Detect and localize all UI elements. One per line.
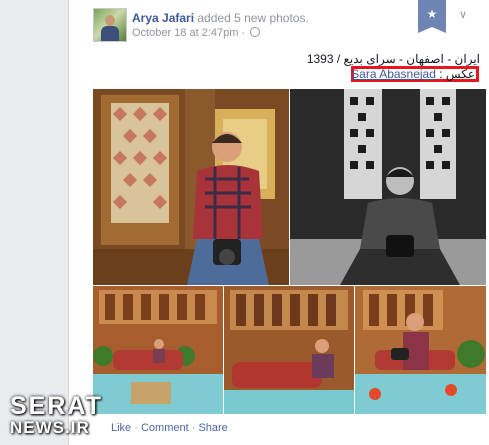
photo-5-image — [355, 286, 486, 414]
photo-4[interactable] — [224, 286, 354, 414]
photographer-name-link[interactable]: Sara Abasnejad — [351, 67, 436, 81]
globe-icon[interactable] — [250, 27, 261, 37]
chevron-down-icon[interactable]: ∨ — [459, 8, 467, 21]
feed-post-card: Arya Jafari added 5 new photos. October … — [68, 0, 489, 445]
left-rail — [0, 0, 68, 445]
post-timestamp-link[interactable]: October 18 at 2:47pm — [132, 27, 238, 39]
meta-separator: · — [238, 27, 249, 39]
comment-link[interactable]: Comment — [141, 422, 189, 434]
photo-1-image — [93, 89, 289, 285]
share-link[interactable]: Share — [198, 422, 227, 434]
photo-4-image — [224, 286, 354, 414]
avatar-body — [101, 26, 119, 41]
photo-3[interactable] — [93, 286, 223, 414]
star-ribbon-icon[interactable]: ★ — [418, 0, 446, 33]
author-name-link[interactable]: Arya Jafari — [132, 11, 194, 25]
watermark-line-1: SERAT — [10, 392, 103, 420]
post-caption-credit: عکس : Sara Abasnejad — [351, 67, 475, 81]
credit-prefix: عکس : — [435, 67, 475, 81]
author-avatar[interactable] — [93, 8, 127, 42]
action-dot-2: · — [188, 422, 199, 434]
action-dot-1: · — [131, 422, 141, 434]
photo-2-image — [290, 89, 486, 285]
post-caption-location: ایران - اصفهان - سرای بدیع / 1393 — [306, 52, 480, 66]
like-link[interactable]: Like — [111, 422, 131, 434]
avatar-face — [105, 15, 115, 26]
watermark-line-2: NEWS.IR — [10, 418, 90, 437]
photo-3-image — [93, 286, 223, 414]
serat-news-watermark: SERAT NEWS.IR — [10, 394, 110, 442]
photo-2[interactable] — [290, 89, 486, 285]
post-meta: October 18 at 2:47pm · — [132, 27, 261, 39]
post-actions: Like · Comment · Share — [111, 422, 228, 434]
photo-1[interactable] — [93, 89, 289, 285]
post-action-text: added 5 new photos. — [194, 11, 309, 25]
photo-5[interactable] — [355, 286, 486, 414]
post-header: Arya Jafari added 5 new photos. — [132, 11, 309, 25]
